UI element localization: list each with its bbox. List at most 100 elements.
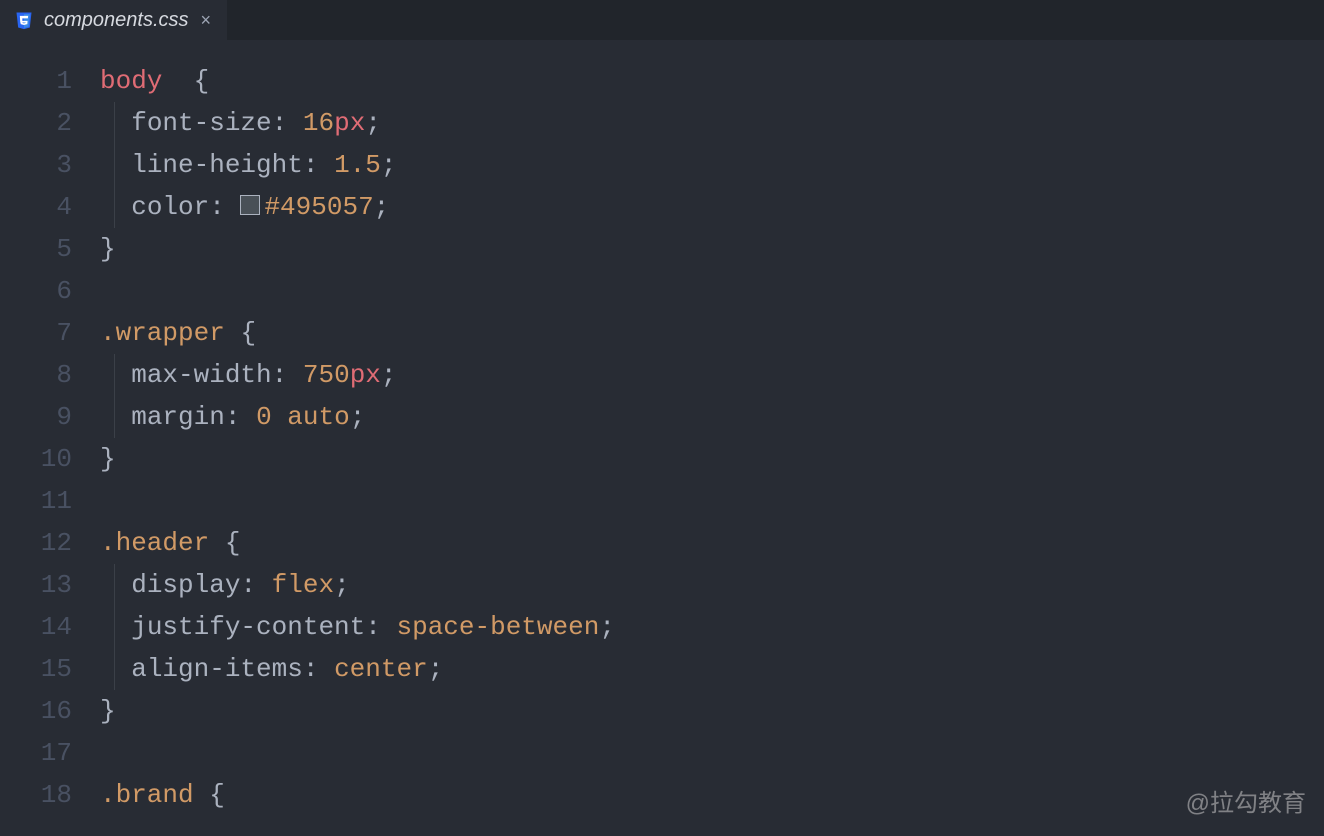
- css-file-icon: [14, 10, 34, 30]
- token-colon: :: [272, 354, 303, 396]
- tab-filename: components.css: [44, 9, 189, 32]
- line-number: 6: [0, 270, 72, 312]
- token-selector-class: .header: [100, 522, 209, 564]
- token-number: 16: [303, 102, 334, 144]
- token-selector-tag: body: [100, 60, 162, 102]
- token-number: 750: [303, 354, 350, 396]
- line-number: 8: [0, 354, 72, 396]
- line-number: 1: [0, 60, 72, 102]
- code-line[interactable]: font-size: 16px;: [100, 102, 1324, 144]
- token-semi: ;: [350, 396, 366, 438]
- code-line[interactable]: }: [100, 690, 1324, 732]
- line-number: 17: [0, 732, 72, 774]
- editor[interactable]: 123456789101112131415161718 body { font-…: [0, 40, 1324, 836]
- token-property: align-items: [131, 648, 303, 690]
- tab-bar: components.css ×: [0, 0, 1324, 40]
- token-colon: :: [225, 396, 256, 438]
- line-number: 18: [0, 774, 72, 816]
- token-semi: ;: [599, 606, 615, 648]
- close-icon[interactable]: ×: [199, 10, 214, 31]
- line-number: 14: [0, 606, 72, 648]
- code-line[interactable]: [100, 480, 1324, 522]
- token-semi: ;: [428, 648, 444, 690]
- line-number: 9: [0, 396, 72, 438]
- token-value: flex: [272, 564, 334, 606]
- code-line[interactable]: }: [100, 438, 1324, 480]
- token-semi: ;: [381, 144, 397, 186]
- indent-guide: [114, 354, 115, 438]
- line-number: 12: [0, 522, 72, 564]
- token-semi: ;: [374, 186, 390, 228]
- token-space: [225, 312, 241, 354]
- code-line[interactable]: max-width: 750px;: [100, 354, 1324, 396]
- code-line[interactable]: }: [100, 228, 1324, 270]
- code-line[interactable]: .wrapper {: [100, 312, 1324, 354]
- code-line[interactable]: [100, 270, 1324, 312]
- token-property: justify-content: [131, 606, 365, 648]
- token-value: auto: [287, 396, 349, 438]
- code-area[interactable]: body { font-size: 16px; line-height: 1.5…: [100, 60, 1324, 836]
- line-number: 7: [0, 312, 72, 354]
- code-line[interactable]: line-height: 1.5;: [100, 144, 1324, 186]
- tab-components-css[interactable]: components.css ×: [0, 0, 227, 40]
- watermark: @拉勾教育: [1186, 783, 1306, 818]
- token-value: #495057: [264, 186, 373, 228]
- token-number: 1.5: [334, 144, 381, 186]
- token-property: color: [131, 186, 209, 228]
- token-space: [194, 774, 210, 816]
- line-number: 11: [0, 480, 72, 522]
- token-colon: :: [240, 564, 271, 606]
- token-brace: }: [100, 690, 116, 732]
- color-swatch: [240, 195, 260, 215]
- token-space: [162, 60, 193, 102]
- code-line[interactable]: .header {: [100, 522, 1324, 564]
- token-selector-class: .wrapper: [100, 312, 225, 354]
- line-number-gutter: 123456789101112131415161718: [0, 60, 100, 836]
- line-number: 16: [0, 690, 72, 732]
- line-number: 10: [0, 438, 72, 480]
- indent-guide: [114, 102, 115, 228]
- token-brace: {: [194, 60, 210, 102]
- code-line[interactable]: body {: [100, 60, 1324, 102]
- token-property: font-size: [131, 102, 271, 144]
- token-brace: }: [100, 228, 116, 270]
- line-number: 2: [0, 102, 72, 144]
- token-colon: :: [303, 648, 334, 690]
- code-line[interactable]: margin: 0 auto;: [100, 396, 1324, 438]
- line-number: 3: [0, 144, 72, 186]
- token-selector-class: .brand: [100, 774, 194, 816]
- token-semi: ;: [381, 354, 397, 396]
- token-value: center: [334, 648, 428, 690]
- token-colon: :: [303, 144, 334, 186]
- token-brace: }: [100, 438, 116, 480]
- token-colon: :: [365, 606, 396, 648]
- line-number: 15: [0, 648, 72, 690]
- code-line[interactable]: .brand {: [100, 774, 1324, 816]
- token-property: display: [131, 564, 240, 606]
- token-number: 0: [256, 396, 272, 438]
- code-line[interactable]: [100, 732, 1324, 774]
- token-property: max-width: [131, 354, 271, 396]
- token-semi: ;: [334, 564, 350, 606]
- code-line[interactable]: justify-content: space-between;: [100, 606, 1324, 648]
- code-line[interactable]: align-items: center;: [100, 648, 1324, 690]
- line-number: 4: [0, 186, 72, 228]
- token-brace: {: [225, 522, 241, 564]
- token-colon: :: [209, 186, 240, 228]
- token-property: margin: [131, 396, 225, 438]
- code-line[interactable]: display: flex;: [100, 564, 1324, 606]
- line-number: 13: [0, 564, 72, 606]
- token-unit: px: [350, 354, 381, 396]
- indent-guide: [114, 564, 115, 690]
- token-brace: {: [240, 312, 256, 354]
- code-line[interactable]: color: #495057;: [100, 186, 1324, 228]
- token-space: [209, 522, 225, 564]
- token-semi: ;: [365, 102, 381, 144]
- token-colon: :: [272, 102, 303, 144]
- line-number: 5: [0, 228, 72, 270]
- token-brace: {: [209, 774, 225, 816]
- token-space: [272, 396, 288, 438]
- token-value: space-between: [396, 606, 599, 648]
- token-property: line-height: [131, 144, 303, 186]
- token-unit: px: [334, 102, 365, 144]
